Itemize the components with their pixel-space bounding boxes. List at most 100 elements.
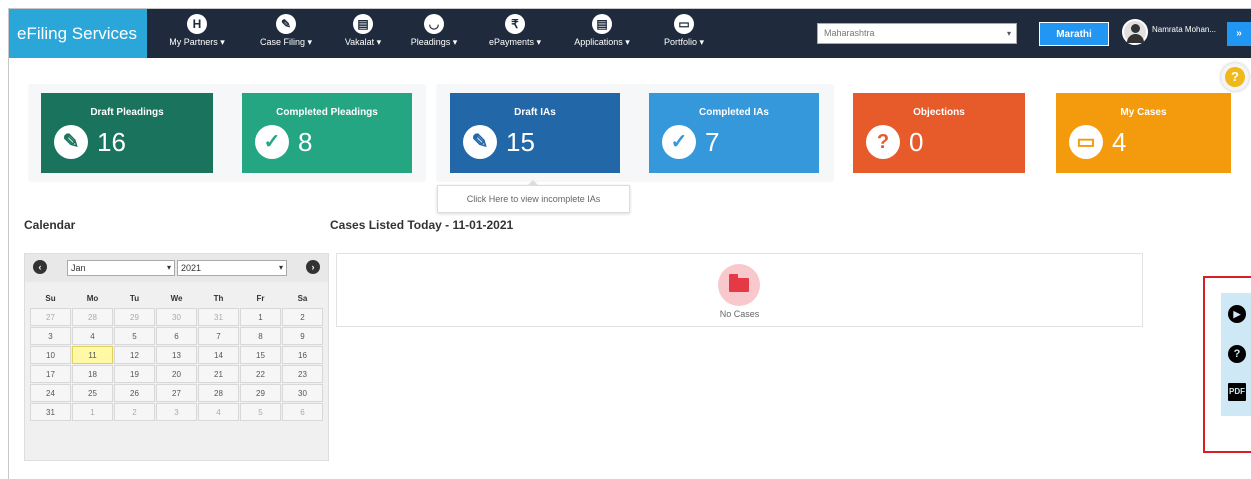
calendar-day[interactable]: 28 (72, 308, 113, 326)
nav-item-1[interactable]: H My Partners ▾ (155, 9, 239, 58)
check-icon: ✓ (662, 125, 696, 159)
calendar-day[interactable]: 5 (240, 403, 281, 421)
stat-card-5[interactable]: Objections? 0 (853, 93, 1025, 173)
month-select[interactable]: Jan ▾ (67, 260, 175, 276)
calendar-day[interactable]: 20 (156, 365, 197, 383)
calendar-day[interactable]: 30 (282, 384, 323, 402)
frame-border-left (8, 8, 9, 479)
briefcase-icon: ▭ (674, 14, 694, 34)
calendar-day[interactable]: 17 (30, 365, 71, 383)
briefcase-icon: ▭ (1069, 125, 1103, 159)
stat-card-6[interactable]: My Cases ▭ 4 (1056, 93, 1231, 173)
nav-item-label: ePayments ▾ (488, 37, 542, 47)
nav-item-6[interactable]: ▤ Applications ▾ (559, 9, 645, 58)
calendar-day[interactable]: 7 (198, 327, 239, 345)
weekday-header: Su (45, 293, 56, 303)
calendar-day[interactable]: 19 (114, 365, 155, 383)
no-cases-text: No Cases (719, 309, 760, 319)
calendar-day[interactable]: 1 (240, 308, 281, 326)
calendar-day[interactable]: 24 (30, 384, 71, 402)
check-icon: ✓ (255, 125, 289, 159)
stat-card-value: 16 (97, 127, 126, 157)
nav-item-label: Applications ▾ (574, 37, 630, 47)
calendar-day[interactable]: 27 (156, 384, 197, 402)
stat-card-4[interactable]: Completed IAs ✓ 7 (649, 93, 819, 173)
calendar-day[interactable]: 14 (198, 346, 239, 364)
pdf-icon[interactable]: PDF (1228, 383, 1246, 401)
nav-item-7[interactable]: ▭ Portfolio ▾ (647, 9, 721, 58)
calendar-day[interactable]: 31 (198, 308, 239, 326)
calendar-day[interactable]: 21 (198, 365, 239, 383)
calendar-day[interactable]: 4 (72, 327, 113, 345)
prev-month-icon[interactable]: ‹ (33, 260, 47, 274)
pencil-icon: ✎ (276, 14, 296, 34)
nav-item-label: Case Filing ▾ (259, 37, 313, 47)
calendar-day[interactable]: 2 (282, 308, 323, 326)
calendar-header: ‹ Jan ▾ 2021 ▾ › (25, 254, 328, 282)
calendar-day[interactable]: 15 (240, 346, 281, 364)
calendar-day[interactable]: 22 (240, 365, 281, 383)
calendar-day[interactable]: 8 (240, 327, 281, 345)
calendar-day[interactable]: 10 (30, 346, 71, 364)
stat-card-title: Objections (913, 107, 965, 118)
calendar-day[interactable]: 4 (198, 403, 239, 421)
calendar-grid: Su Mo Tu We Th Fr Sa 27 28 29 30 31 1 2 3 4 5 6 7 8 9 10 11 12 1… (29, 288, 324, 422)
calendar-day[interactable]: 12 (114, 346, 155, 364)
calendar-day[interactable]: 28 (198, 384, 239, 402)
brand-logo[interactable]: eFiling Services (9, 9, 147, 58)
calendar-day[interactable]: 16 (282, 346, 323, 364)
calendar-day[interactable]: 9 (282, 327, 323, 345)
calendar-day[interactable]: 6 (156, 327, 197, 345)
calendar-day[interactable]: 3 (30, 327, 71, 345)
cases-panel: No Cases (336, 253, 1143, 327)
nav-item-5[interactable]: ₹ ePayments ▾ (473, 9, 557, 58)
stat-card-value: 7 (705, 127, 720, 157)
nav-item-2[interactable]: ✎ Case Filing ▾ (243, 9, 329, 58)
calendar-day[interactable]: 27 (30, 308, 71, 326)
calendar-day[interactable]: 6 (282, 403, 323, 421)
calendar-day[interactable]: 29 (240, 384, 281, 402)
calendar-day[interactable]: 1 (72, 403, 113, 421)
calendar-day[interactable]: 2 (114, 403, 155, 421)
state-select[interactable]: Maharashtra ▾ (817, 23, 1017, 44)
chevron-down-icon: ▾ (166, 263, 171, 272)
year-select[interactable]: 2021 ▾ (177, 260, 287, 276)
stat-card-value: 8 (298, 127, 313, 157)
calendar-day[interactable]: 26 (114, 384, 155, 402)
stat-card-2[interactable]: Completed Pleadings ✓ 8 (242, 93, 412, 173)
calendar-day[interactable]: 3 (156, 403, 197, 421)
calendar-day[interactable]: 23 (282, 365, 323, 383)
user-name[interactable]: Namrata Mohan... (1152, 25, 1216, 34)
stat-card-3[interactable]: Draft IAs ✎ 15 (450, 93, 620, 173)
help-icon[interactable]: ? (1228, 345, 1246, 363)
help-button[interactable]: ? (1221, 63, 1249, 91)
cases-title: Cases Listed Today - 11-01-2021 (330, 218, 514, 232)
language-button[interactable]: Marathi (1039, 22, 1109, 46)
calendar-day[interactable]: 5 (114, 327, 155, 345)
calendar-day[interactable]: 18 (72, 365, 113, 383)
calendar-day[interactable]: 29 (114, 308, 155, 326)
stat-card-title: Completed Pleadings (276, 107, 378, 118)
calendar-day[interactable]: 31 (30, 403, 71, 421)
nav-toggle-button[interactable]: » (1227, 22, 1251, 46)
year-select-value: 2021 (181, 263, 202, 273)
folder-open-icon (718, 264, 760, 306)
calendar-day[interactable]: 13 (156, 346, 197, 364)
calendar-day[interactable]: 25 (72, 384, 113, 402)
calendar-day[interactable]: 30 (156, 308, 197, 326)
edit-icon: ✎ (54, 125, 88, 159)
calendar-day-today[interactable]: 11 (72, 346, 113, 364)
weekday-header: Mo (86, 293, 99, 303)
top-navbar: eFiling Services H My Partners ▾ ✎ Case Fil… (9, 9, 1251, 58)
stat-card-1[interactable]: Draft Pleadings ✎ 16 (41, 93, 213, 173)
nav-item-4[interactable]: ◡ Pleadings ▾ (397, 9, 471, 58)
stat-card-title: Draft Pleadings (90, 107, 164, 118)
avatar[interactable] (1122, 19, 1148, 45)
play-icon[interactable]: ▶ (1228, 305, 1246, 323)
chevron-down-icon: ▾ (1006, 29, 1011, 38)
calendar-title: Calendar (24, 218, 76, 232)
nav-item-3[interactable]: ▤ Vakalat ▾ (331, 9, 395, 58)
calendar: ‹ Jan ▾ 2021 ▾ › Su Mo Tu We Th Fr Sa 27 28 29 30 3… (24, 253, 329, 461)
book-icon: ◡ (424, 14, 444, 34)
next-month-icon[interactable]: › (306, 260, 320, 274)
